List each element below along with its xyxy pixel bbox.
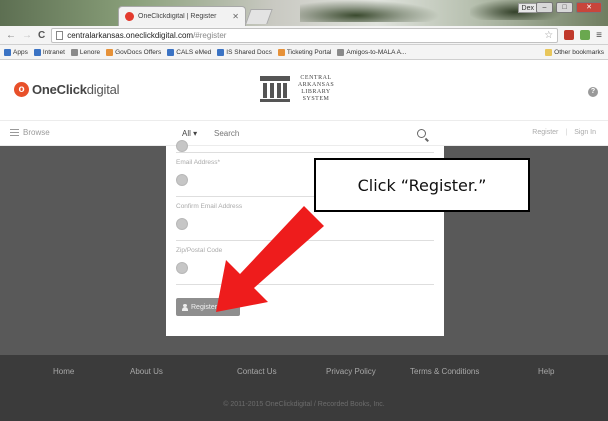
logo-text: OneClickdigital	[32, 82, 120, 97]
bookmark-label: CALS eMed	[176, 48, 212, 56]
separator: |	[565, 129, 568, 136]
tab-strip: OneClickdigital | Register ✕ Dex – □ ✕	[0, 0, 608, 26]
bookmark-label: Lenore	[79, 48, 101, 56]
oneclickdigital-logo[interactable]: o OneClickdigital	[14, 82, 120, 97]
search-icon[interactable]	[417, 129, 426, 138]
library-name: CENTRAL ARKANSAS LIBRARY SYSTEM	[297, 75, 335, 102]
help-icon[interactable]: ?	[588, 87, 598, 97]
bookmark-icon	[33, 48, 41, 56]
search-input[interactable]	[214, 126, 417, 141]
auth-links: Register | Sign In	[532, 129, 596, 136]
browse-label: Browse	[23, 128, 50, 137]
library-columns-icon	[260, 76, 290, 102]
minimize-button[interactable]: –	[536, 2, 553, 13]
logo-prefix: OneClick	[32, 82, 87, 97]
reload-icon[interactable]: C	[38, 30, 45, 41]
bookmark-icon	[277, 48, 285, 56]
close-tab-icon[interactable]: ✕	[232, 12, 239, 21]
chrome-menu-icon[interactable]: ≡	[596, 30, 602, 41]
footer-link-contact[interactable]: Contact Us	[237, 367, 277, 376]
bookmark-intranet[interactable]: Intranet	[33, 48, 65, 56]
logo-mark-icon: o	[14, 82, 29, 97]
field-label: Email Address*	[176, 159, 221, 166]
bookmark-icon	[167, 48, 175, 56]
address-bar[interactable]: centralarkansas.oneclickdigital.com /#re…	[51, 27, 559, 43]
bookmark-apps[interactable]: Apps	[4, 48, 28, 56]
back-arrow-icon[interactable]: ←	[6, 30, 16, 41]
new-tab-button[interactable]	[245, 9, 273, 24]
footer-link-help[interactable]: Help	[538, 367, 554, 376]
instruction-callout: Click “Register.”	[314, 158, 530, 212]
maximize-button[interactable]: □	[556, 2, 573, 13]
apps-icon	[4, 48, 11, 56]
tab-title: OneClickdigital | Register	[138, 13, 217, 20]
bookmark-icon	[70, 48, 78, 56]
bookmark-label: Intranet	[42, 48, 65, 56]
email-field[interactable]	[176, 174, 188, 186]
address-toolbar: ← → C centralarkansas.oneclickdigital.co…	[0, 26, 608, 45]
bookmark-amigos[interactable]: Amigos-to-MALA A...	[337, 48, 407, 56]
bookmark-label: Apps	[13, 48, 28, 56]
url-path: /#register	[193, 30, 227, 40]
confirm-email-field[interactable]	[176, 218, 188, 230]
bookmark-star-icon[interactable]: ☆	[544, 30, 553, 41]
extension-icon[interactable]	[564, 30, 575, 40]
site-nav: Browse All ▾ Register | Sign In	[0, 120, 608, 146]
wallpaper-leaves	[300, 0, 440, 22]
extension-icon[interactable]	[580, 30, 591, 40]
sign-in-link[interactable]: Sign In	[574, 129, 596, 136]
site-header: o OneClickdigital CENTRAL ARKANSAS LIBRA…	[0, 60, 608, 120]
footer-link-home[interactable]: Home	[53, 367, 74, 376]
bookmark-is-shared-docs[interactable]: IS Shared Docs	[217, 48, 272, 56]
bookmark-lenore[interactable]: Lenore	[70, 48, 101, 56]
field-input[interactable]	[176, 140, 188, 152]
bookmark-ticketing-portal[interactable]: Ticketing Portal	[277, 48, 332, 56]
bookmark-label: GovDocs Offers	[115, 48, 162, 56]
red-arrow-icon	[216, 206, 324, 312]
browse-menu[interactable]: Browse	[10, 128, 50, 137]
site-footer: Home About Us Contact Us Privacy Policy …	[0, 355, 608, 421]
bookmark-icon	[337, 48, 345, 56]
url-host: centralarkansas.oneclickdigital.com	[67, 30, 194, 40]
forward-arrow-icon[interactable]: →	[22, 30, 32, 41]
window-controls: – □ ✕	[536, 2, 602, 13]
hamburger-icon	[10, 129, 19, 136]
bookmark-govdocs[interactable]: GovDocs Offers	[106, 48, 162, 56]
user-icon	[182, 303, 188, 311]
bookmark-label: Ticketing Portal	[286, 48, 332, 56]
logo-suffix: digital	[86, 82, 120, 97]
address-bar-actions: ☆	[544, 30, 553, 41]
library-logo[interactable]: CENTRAL ARKANSAS LIBRARY SYSTEM	[260, 75, 337, 103]
tab-register[interactable]: OneClickdigital | Register ✕	[118, 6, 246, 26]
search-scope-dropdown[interactable]: All ▾	[182, 129, 214, 138]
close-window-button[interactable]: ✕	[576, 2, 602, 13]
profile-chip[interactable]: Dex	[517, 3, 538, 13]
bookmark-icon	[217, 48, 225, 56]
page-icon	[56, 30, 64, 40]
bookmark-icon	[106, 48, 114, 56]
form-field	[176, 140, 434, 153]
bookmark-label: Amigos-to-MALA A...	[346, 48, 407, 56]
copyright: © 2011-2015 OneClickdigital / Recorded B…	[223, 401, 385, 408]
search-bar: All ▾	[182, 125, 440, 142]
footer-link-privacy[interactable]: Privacy Policy	[326, 367, 376, 376]
bookmarks-bar: Apps Intranet Lenore GovDocs Offers CALS…	[0, 45, 608, 60]
folder-icon	[545, 48, 553, 56]
oneclickdigital-favicon-icon	[125, 12, 134, 21]
footer-link-terms[interactable]: Terms & Conditions	[410, 367, 479, 376]
footer-link-about[interactable]: About Us	[130, 367, 163, 376]
bookmark-label: IS Shared Docs	[226, 48, 272, 56]
bookmark-other[interactable]: Other bookmarks	[545, 48, 604, 56]
bookmark-label: Other bookmarks	[554, 48, 604, 56]
zip-field[interactable]	[176, 262, 188, 274]
bookmark-cals-emed[interactable]: CALS eMed	[167, 48, 212, 56]
register-link[interactable]: Register	[532, 129, 558, 136]
